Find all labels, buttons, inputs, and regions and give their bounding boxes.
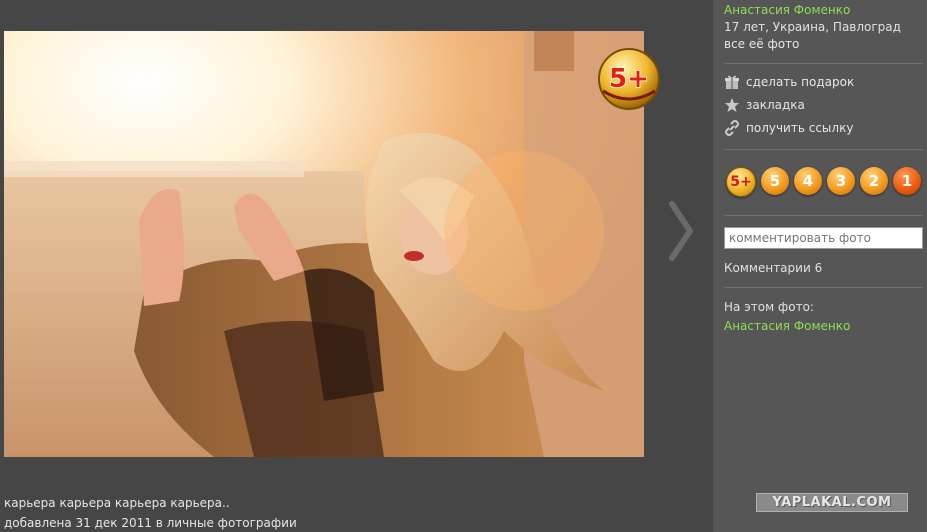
photo-added-date: добавлена 31 дек 2011 в — [4, 516, 167, 530]
photo-caption: карьера карьера карьера карьера.. — [4, 496, 230, 510]
bookmark-action[interactable]: закладка — [724, 96, 805, 114]
rate-4-button[interactable]: 4 — [794, 167, 822, 195]
all-photos-link[interactable]: все её фото — [724, 37, 799, 51]
author-info: 17 лет, Украина, Павлоград — [724, 20, 901, 34]
tagged-person-link[interactable]: Анастасия Фоменко — [724, 319, 850, 333]
on-photo-label: На этом фото: — [724, 300, 814, 314]
rate-5-button[interactable]: 5 — [761, 167, 789, 195]
give-gift-action[interactable]: сделать подарок — [724, 73, 854, 91]
sidebar-divider — [724, 287, 923, 288]
comments-count[interactable]: Комментарии 6 — [724, 261, 822, 275]
album-link[interactable]: личные фотографии — [167, 516, 297, 530]
photo-sidebar: Анастасия Фоменко 17 лет, Украина, Павло… — [713, 0, 927, 532]
gift-icon — [725, 75, 739, 89]
star-icon — [725, 98, 739, 112]
photo-illustration — [4, 31, 644, 457]
get-link-label: получить ссылку — [746, 121, 854, 135]
top-rating-badge-label: 5+ — [609, 64, 649, 94]
top-rating-badge: 5+ — [597, 47, 661, 111]
sidebar-divider — [724, 149, 923, 150]
rate-3-button[interactable]: 3 — [827, 167, 855, 195]
give-gift-label: сделать подарок — [746, 75, 855, 89]
rating-buttons: 5+ 5 4 3 2 1 — [726, 167, 921, 197]
next-photo-icon[interactable] — [660, 198, 700, 264]
rate-5plus-button[interactable]: 5+ — [726, 167, 756, 197]
photo-added-info: добавлена 31 дек 2011 в личные фотографи… — [4, 516, 297, 530]
comment-input[interactable] — [724, 227, 923, 249]
photo-viewer: 5+ карьера карьера карьера карьера.. доб… — [0, 0, 713, 532]
photo-image[interactable] — [4, 31, 644, 457]
get-link-action[interactable]: получить ссылку — [724, 119, 853, 137]
author-name-link[interactable]: Анастасия Фоменко — [724, 3, 850, 17]
sidebar-divider — [724, 215, 923, 216]
link-icon — [725, 120, 739, 136]
sidebar-divider — [724, 63, 923, 64]
site-logo[interactable]: YAPLAKAL.COM — [756, 493, 908, 512]
rate-2-button[interactable]: 2 — [860, 167, 888, 195]
bookmark-label: закладка — [746, 98, 805, 112]
rate-1-button[interactable]: 1 — [893, 167, 921, 195]
